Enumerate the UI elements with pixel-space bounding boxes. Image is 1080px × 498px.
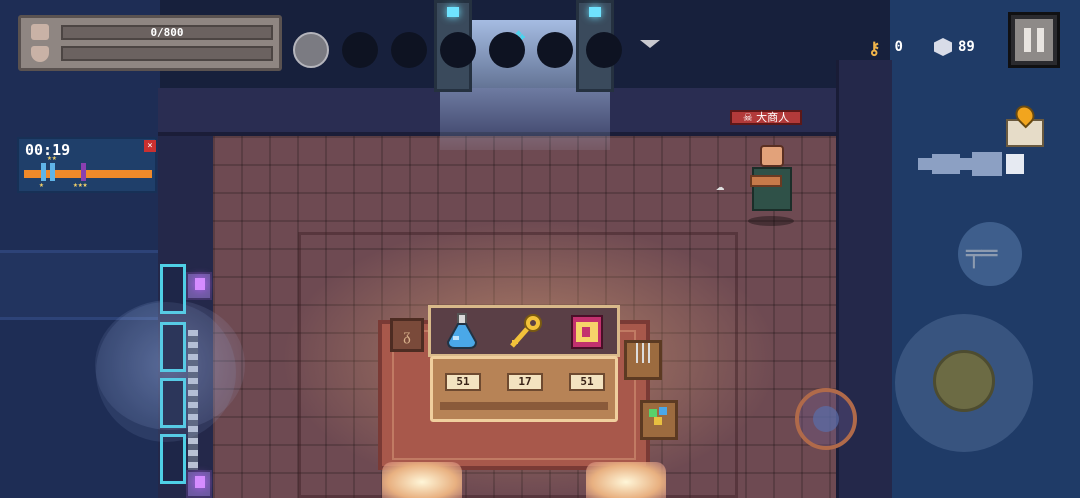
weapon-slot[interactable] <box>342 32 378 68</box>
weapon-crate[interactable] <box>624 340 662 380</box>
shield-icon <box>31 46 49 62</box>
weapon-slot[interactable] <box>489 32 525 68</box>
torch-flame-icon <box>195 278 205 290</box>
book-icon <box>571 315 603 349</box>
minimap-room <box>932 154 960 174</box>
merchant-head <box>760 145 784 167</box>
potion-icon <box>446 313 478 349</box>
attack-button[interactable] <box>933 350 995 412</box>
gems-count: 89 <box>958 39 975 55</box>
glowing-chest[interactable] <box>586 462 666 498</box>
minimap-current-room <box>1006 154 1024 174</box>
gem-crate[interactable] <box>640 400 678 440</box>
counter-trim <box>440 402 608 410</box>
price-value: 51 <box>456 375 470 388</box>
health-panel: 0/800 <box>18 15 282 71</box>
portal-gem <box>447 7 459 17</box>
weapon-slot[interactable] <box>440 32 476 68</box>
minimap[interactable] <box>918 150 1028 180</box>
price-value: 17 <box>518 375 532 388</box>
blue-potion-item[interactable] <box>443 312 481 352</box>
pause-icon <box>1015 19 1053 61</box>
spell-book-item[interactable] <box>568 312 606 352</box>
keys-count: 0 <box>894 39 903 55</box>
pause-bar <box>1037 28 1044 52</box>
pause-button[interactable] <box>1008 12 1060 68</box>
weapon-slot[interactable] <box>293 32 329 68</box>
glowing-chest[interactable] <box>382 462 462 498</box>
merchant-coat <box>752 167 792 211</box>
health-bar: 0/800 <box>61 25 273 40</box>
price-value: 51 <box>580 375 594 388</box>
armor-bar <box>61 46 273 61</box>
gems-icon <box>649 407 667 425</box>
torch-flame-icon <box>195 476 205 488</box>
price-tag: 17 <box>507 373 543 391</box>
purple-torch <box>186 272 212 300</box>
star-icon: ★ <box>39 180 44 189</box>
price-tag: 51 <box>445 373 481 391</box>
smoke-puff-icon: ☁ <box>716 178 725 194</box>
golden-key-item[interactable] <box>506 312 544 352</box>
weapon-slot[interactable] <box>391 32 427 68</box>
portal-gem <box>589 7 601 17</box>
timer-marker <box>41 163 46 181</box>
purple-torch <box>186 470 212 498</box>
arrows-icon <box>636 343 650 363</box>
movement-joystick[interactable] <box>96 302 236 442</box>
bag-glyph: ᵹ <box>403 325 411 344</box>
merchant-arm <box>750 175 782 187</box>
npc-shadow <box>748 216 794 226</box>
minimap-room <box>972 152 1002 176</box>
price-tag: 51 <box>569 373 605 391</box>
skill-button[interactable] <box>795 388 857 450</box>
switch-weapon-button[interactable]: ╤═ <box>958 222 1022 286</box>
star-icon: ★★ <box>47 153 57 162</box>
merchant-name-tag: ☠ 大商人 <box>730 110 802 125</box>
gems-counter: 89 <box>934 36 975 58</box>
key-icon <box>510 314 542 348</box>
star-icon: ★★★ <box>73 180 88 189</box>
slot-expand-arrow-icon[interactable] <box>640 40 660 48</box>
challenge-timer: 00:19 × ★★ ★ ★★★ <box>17 137 157 193</box>
coin-bag-icon[interactable]: ᵹ <box>390 318 424 352</box>
health-text: 0/800 <box>150 26 184 39</box>
weapon-slot[interactable] <box>537 32 573 68</box>
gem-icon <box>934 38 952 56</box>
weapon-slot[interactable] <box>586 32 622 68</box>
timer-progress-marker <box>81 163 86 181</box>
heart-icon <box>31 24 49 40</box>
map-button[interactable] <box>1004 101 1046 149</box>
merchant-npc[interactable] <box>748 145 794 217</box>
timer-close-button[interactable]: × <box>144 140 156 152</box>
timer-marker <box>50 163 55 181</box>
merchant-name: 大商人 <box>756 111 790 124</box>
key-icon: ⚷ <box>868 39 881 59</box>
revolver-icon: ╤═ <box>966 239 998 269</box>
keys-counter: ⚷ 0 <box>868 36 903 59</box>
game-screen: ✥ ᵹ 51 17 51 <box>0 0 1080 498</box>
skill-icon <box>813 406 839 432</box>
attack-joystick[interactable] <box>895 314 1033 452</box>
pause-bar <box>1024 28 1031 52</box>
close-icon: × <box>147 141 153 151</box>
